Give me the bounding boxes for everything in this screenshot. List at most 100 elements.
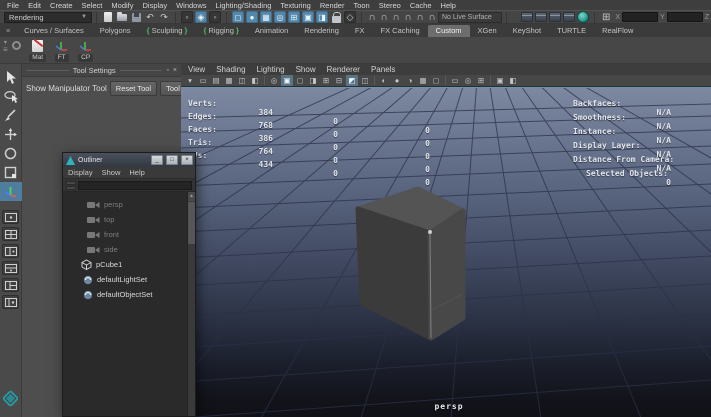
outliner-item-persp[interactable]: persp: [63, 197, 195, 212]
input-field-mode-icon[interactable]: ⊞: [602, 12, 610, 23]
menu-render[interactable]: Render: [320, 1, 345, 10]
outliner-menu-display[interactable]: Display: [68, 168, 93, 177]
snap-live-surface-icon[interactable]: ∩: [426, 12, 438, 23]
mask-surfaces-icon[interactable]: ◎: [274, 11, 286, 23]
scale-tool[interactable]: [0, 163, 22, 182]
snap-curve-icon[interactable]: ∩: [378, 12, 390, 23]
xray-joints-icon[interactable]: ◻: [430, 75, 442, 86]
new-scene-icon[interactable]: [102, 11, 114, 23]
mask-dynamics-icon[interactable]: ▣: [302, 11, 314, 23]
snap-point-icon[interactable]: ∩: [390, 12, 402, 23]
menu-stereo[interactable]: Stereo: [379, 1, 401, 10]
outliner-title-bar[interactable]: Outliner _ □ ×: [63, 153, 195, 167]
shelf-button-ft[interactable]: FT: [51, 39, 73, 62]
layout-three-pane-button[interactable]: [2, 278, 19, 292]
select-hierarchy-icon[interactable]: ◦: [181, 11, 193, 23]
render-current-frame-icon[interactable]: [535, 12, 547, 22]
menu-help[interactable]: Help: [441, 1, 456, 10]
redo-icon[interactable]: ↷: [158, 11, 170, 23]
panel-menu-renderer[interactable]: Renderer: [327, 65, 360, 74]
layout-two-pane-side-button[interactable]: [2, 244, 19, 258]
menu-cache[interactable]: Cache: [410, 1, 432, 10]
layout-outliner-persp-button[interactable]: [2, 295, 19, 309]
use-all-lights-icon[interactable]: ⊞: [320, 75, 332, 86]
screen-space-ao-icon[interactable]: ◩: [346, 75, 358, 86]
shelf-tab-fx-caching[interactable]: FX Caching: [372, 25, 427, 37]
menu-select[interactable]: Select: [82, 1, 103, 10]
mask-curves-icon[interactable]: ▦: [260, 11, 272, 23]
panel-menu-lighting[interactable]: Lighting: [257, 65, 285, 74]
shelf-button-cp[interactable]: CP: [75, 39, 97, 62]
render-settings-icon[interactable]: [563, 12, 575, 22]
view-transform-icon[interactable]: ⊞: [475, 75, 487, 86]
camera-attributes-icon[interactable]: ▤: [210, 75, 222, 86]
outliner-search-input[interactable]: [78, 181, 192, 190]
motion-blur-icon[interactable]: ◫: [359, 75, 371, 86]
select-tool[interactable]: [0, 68, 22, 87]
shelf-menu-icon[interactable]: ≡: [6, 28, 10, 35]
outliner-item-pcube1[interactable]: pCube1: [63, 257, 195, 272]
highlight-selection-icon[interactable]: ◇: [344, 11, 356, 23]
menu-windows[interactable]: Windows: [176, 1, 206, 10]
render-view-icon[interactable]: [521, 12, 533, 22]
shelf-tab-polygons[interactable]: Polygons: [92, 25, 139, 37]
reset-tool-button[interactable]: Reset Tool: [110, 81, 157, 96]
isolate-select-icon[interactable]: ◑: [404, 75, 416, 86]
gamma-icon[interactable]: ◎: [462, 75, 474, 86]
menu-texturing[interactable]: Texturing: [280, 1, 310, 10]
textured-mode-icon[interactable]: ◨: [307, 75, 319, 86]
panel-menu-shading[interactable]: Shading: [216, 65, 245, 74]
scroll-up-icon[interactable]: ▲: [188, 192, 195, 201]
menu-display[interactable]: Display: [143, 1, 168, 10]
bookmarks-icon[interactable]: ▦: [223, 75, 235, 86]
select-object-icon[interactable]: ◈: [195, 11, 207, 23]
select-camera-icon[interactable]: ▾: [184, 75, 196, 86]
grease-pencil-icon[interactable]: ◎: [268, 75, 280, 86]
multisample-icon[interactable]: ◐: [378, 75, 390, 86]
rotate-tool[interactable]: [0, 144, 22, 163]
wireframe-mode-icon[interactable]: ▣: [281, 75, 293, 86]
move-tool[interactable]: [0, 125, 22, 144]
close-icon[interactable]: ×: [173, 67, 177, 74]
mask-joints-icon[interactable]: ●: [246, 11, 258, 23]
outliner-item-top[interactable]: top: [63, 212, 195, 227]
snap-view-plane-icon[interactable]: ∩: [414, 12, 426, 23]
lasso-select-tool[interactable]: [0, 87, 22, 106]
shelf-button-mat[interactable]: Mat: [27, 39, 49, 62]
menu-file[interactable]: File: [7, 1, 19, 10]
film-gate-icon[interactable]: ◧: [507, 75, 519, 86]
close-button[interactable]: ×: [181, 155, 193, 165]
shelf-switcher[interactable]: ▾ ≡: [3, 39, 8, 53]
mask-handles-icon[interactable]: ◻: [232, 11, 244, 23]
select-component-icon[interactable]: ◦: [209, 11, 221, 23]
snap-grid-icon[interactable]: ∩: [366, 12, 378, 23]
mask-deformations-icon[interactable]: ⊞: [288, 11, 300, 23]
outliner-menu-show[interactable]: Show: [102, 168, 121, 177]
snap-projected-center-icon[interactable]: ∩: [402, 12, 414, 23]
panel-menu-panels[interactable]: Panels: [371, 65, 395, 74]
y-coordinate-input[interactable]: [667, 12, 703, 22]
mask-rendering-icon[interactable]: ◨: [316, 11, 328, 23]
shelf-tab-animation[interactable]: Animation: [247, 25, 296, 37]
menu-modify[interactable]: Modify: [111, 1, 133, 10]
scrollbar-thumb[interactable]: [188, 202, 195, 244]
shaded-mode-icon[interactable]: ◻: [294, 75, 306, 86]
outliner-item-defaultlightset[interactable]: defaultLightSet: [63, 272, 195, 287]
menu-create[interactable]: Create: [50, 1, 73, 10]
depth-of-field-icon[interactable]: ●: [391, 75, 403, 86]
shelf-tab-turtle[interactable]: TURTLE: [549, 25, 594, 37]
last-tool-used[interactable]: [0, 182, 22, 201]
shelf-tab-xgen[interactable]: XGen: [470, 25, 505, 37]
layout-four-pane-button[interactable]: [2, 227, 19, 241]
2d-pan-zoom-icon[interactable]: ◧: [249, 75, 261, 86]
lock-icon[interactable]: [330, 11, 342, 23]
shelf-tab-curves-surfaces[interactable]: Curves / Surfaces: [16, 25, 92, 37]
outliner-item-defaultobjectset[interactable]: defaultObjectSet: [63, 287, 195, 302]
exposure-icon[interactable]: ▭: [449, 75, 461, 86]
image-plane-icon[interactable]: ◫: [236, 75, 248, 86]
outliner-scrollbar[interactable]: ▲: [187, 192, 195, 416]
layout-two-pane-stacked-button[interactable]: [2, 261, 19, 275]
shelf-tab-rendering[interactable]: Rendering: [296, 25, 347, 37]
open-scene-icon[interactable]: [116, 11, 128, 23]
shelf-tab-custom[interactable]: Custom: [428, 25, 470, 37]
